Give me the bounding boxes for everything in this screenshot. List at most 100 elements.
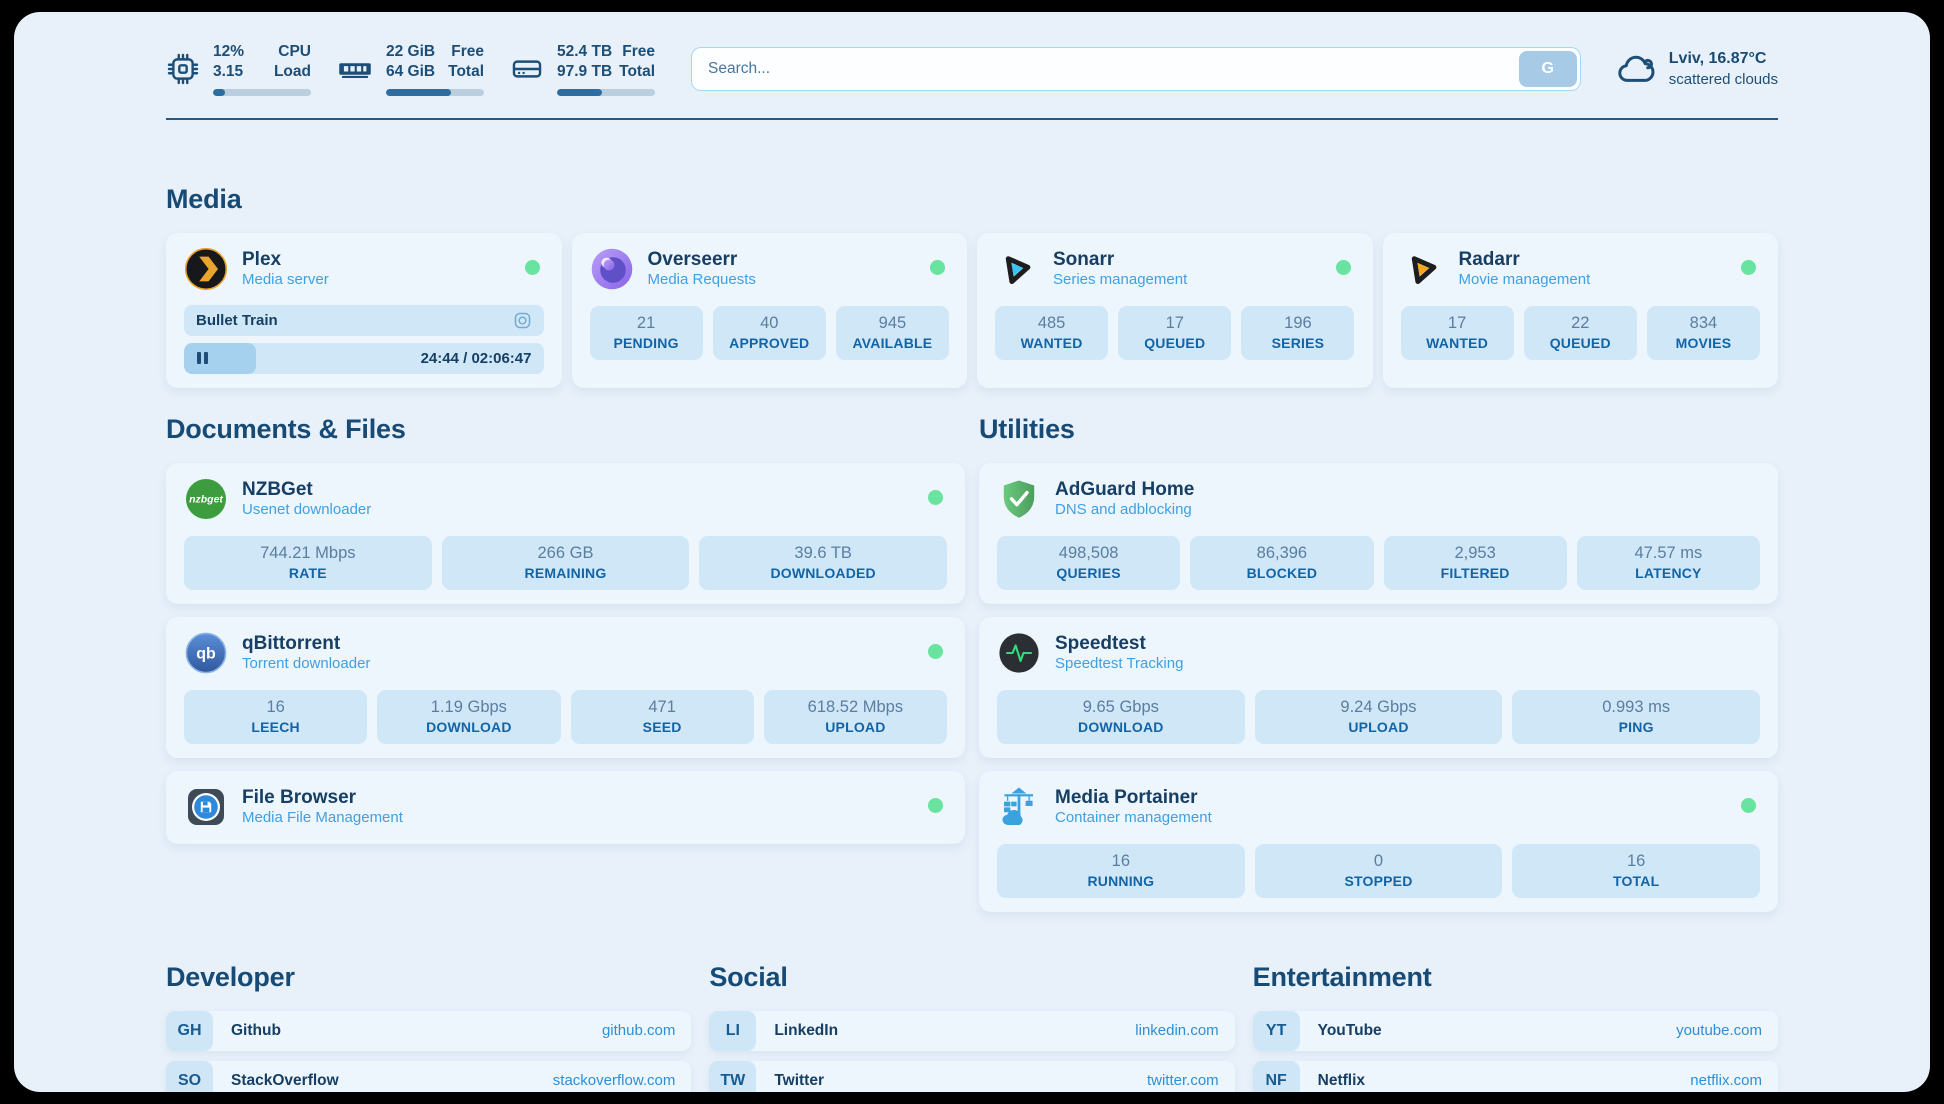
stat-value: 22: [1571, 314, 1589, 333]
stat-value: 17: [1166, 314, 1184, 333]
stat-label: DOWNLOADED: [770, 565, 875, 581]
stat-tile-download: 1.19 Gbps DOWNLOAD: [377, 690, 560, 744]
app-name: File Browser: [242, 786, 403, 810]
svg-text:nzbget: nzbget: [189, 493, 223, 505]
stat-value: 17: [1448, 314, 1466, 333]
cpu-usage-value: 12%: [213, 42, 244, 62]
card-adguard[interactable]: AdGuard Home DNS and adblocking 498,508 …: [979, 463, 1778, 604]
stat-tile-upload: 9.24 Gbps UPLOAD: [1255, 690, 1503, 744]
card-filebrowser[interactable]: File Browser Media File Management: [166, 771, 965, 844]
stat-value: 9.24 Gbps: [1340, 698, 1416, 717]
card-portainer[interactable]: Media Portainer Container management 16 …: [979, 771, 1778, 912]
app-name: Speedtest: [1055, 632, 1183, 656]
card-overseerr[interactable]: Overseerr Media Requests 21 PENDING 40 A…: [572, 233, 968, 388]
link-row-twitter[interactable]: TW Twitter twitter.com: [709, 1061, 1234, 1092]
nzbget-icon: nzbget: [184, 477, 228, 521]
pause-icon: [197, 352, 208, 364]
app-subtitle: Speedtest Tracking: [1055, 655, 1183, 674]
stat-tile-remaining: 266 GB REMAINING: [442, 536, 690, 590]
card-nzbget[interactable]: nzbget NZBGet Usenet downloader 744.21 M…: [166, 463, 965, 604]
stat-label: DOWNLOAD: [1078, 719, 1164, 735]
stat-value: 618.52 Mbps: [808, 698, 903, 717]
link-name: StackOverflow: [231, 1072, 339, 1090]
playback-progressbar: 24:44 / 02:06:47: [184, 343, 544, 374]
card-plex[interactable]: Plex Media server Bullet Train: [166, 233, 562, 388]
app-name: Sonarr: [1053, 248, 1187, 272]
stat-value: 9.65 Gbps: [1083, 698, 1159, 717]
app-subtitle: Usenet downloader: [242, 501, 371, 520]
section-title-entertainment: Entertainment: [1253, 962, 1778, 993]
status-dot: [928, 490, 943, 505]
overseerr-icon: [590, 247, 634, 291]
link-group-social: Social LI LinkedIn linkedin.com TW Twitt…: [709, 962, 1234, 1092]
stat-value: 39.6 TB: [794, 544, 851, 563]
stat-tile-filtered: 2,953 FILTERED: [1384, 536, 1567, 590]
card-qbittorrent[interactable]: qb qBittorrent Torrent downloader 16: [166, 617, 965, 758]
link-url: netflix.com: [1690, 1072, 1762, 1089]
stat-value: 0.993 ms: [1602, 698, 1670, 717]
stat-tile-running: 16 RUNNING: [997, 844, 1245, 898]
link-row-netflix[interactable]: NF Netflix netflix.com: [1253, 1061, 1778, 1092]
column-documents: Documents & Files nzbget NZBGet Usenet d…: [166, 414, 965, 844]
app-subtitle: Container management: [1055, 809, 1212, 828]
app-subtitle: DNS and adblocking: [1055, 501, 1194, 520]
stat-label: WANTED: [1426, 335, 1488, 351]
stat-label: UPLOAD: [825, 719, 885, 735]
disk-progressbar: [557, 89, 655, 96]
link-row-linkedin[interactable]: LI LinkedIn linkedin.com: [709, 1011, 1234, 1051]
now-playing-title: Bullet Train: [196, 312, 278, 329]
link-row-stackoverflow[interactable]: SO StackOverflow stackoverflow.com: [166, 1061, 691, 1092]
link-row-youtube[interactable]: YT YouTube youtube.com: [1253, 1011, 1778, 1051]
app-subtitle: Media server: [242, 271, 329, 290]
app-name: Overseerr: [648, 248, 756, 272]
stat-tile-latency: 47.57 ms LATENCY: [1577, 536, 1760, 590]
stat-label: QUERIES: [1056, 565, 1120, 581]
disk-stat-widget: 52.4 TB 97.9 TB Free Total: [510, 42, 655, 96]
status-dot: [1741, 260, 1756, 275]
stat-label: APPROVED: [729, 335, 809, 351]
top-bar: 12% 3.15 CPU Load: [166, 42, 1778, 96]
stat-label: QUEUED: [1144, 335, 1205, 351]
search-provider-button[interactable]: G: [1519, 51, 1577, 87]
app-name: AdGuard Home: [1055, 478, 1194, 502]
system-stats: 12% 3.15 CPU Load: [166, 42, 655, 96]
weather-location-temp: Lviv, 16.87°C: [1669, 48, 1778, 70]
memory-progressbar: [386, 89, 484, 96]
cpu-load-value: 3.15: [213, 62, 244, 82]
section-title-media: Media: [166, 184, 1778, 215]
link-name: LinkedIn: [774, 1022, 838, 1040]
link-badge: GH: [166, 1011, 213, 1051]
stat-value: 834: [1690, 314, 1718, 333]
stat-tile-pending: 21 PENDING: [590, 306, 703, 360]
app-subtitle: Media File Management: [242, 809, 403, 828]
stat-value: 945: [879, 314, 907, 333]
stat-label: STOPPED: [1344, 873, 1412, 889]
stat-label: RATE: [289, 565, 327, 581]
status-dot: [930, 260, 945, 275]
link-name: Twitter: [774, 1072, 824, 1090]
app-name: NZBGet: [242, 478, 371, 502]
stat-value: 485: [1038, 314, 1066, 333]
link-row-github[interactable]: GH Github github.com: [166, 1011, 691, 1051]
stat-tile-wanted: 17 WANTED: [1401, 306, 1514, 360]
stat-label: SEED: [643, 719, 682, 735]
app-subtitle: Series management: [1053, 271, 1187, 290]
radarr-icon: [1401, 247, 1445, 291]
stat-label: RUNNING: [1087, 873, 1154, 889]
cpu-stat-widget: 12% 3.15 CPU Load: [166, 42, 311, 96]
cpu-progressbar-fill: [213, 89, 225, 96]
app-subtitle: Movie management: [1459, 271, 1591, 290]
stat-label: AVAILABLE: [852, 335, 932, 351]
stat-value: 1.19 Gbps: [431, 698, 507, 717]
search-input[interactable]: [691, 47, 1581, 91]
playback-progressbar-fill: [184, 343, 256, 374]
search-bar: G: [691, 47, 1581, 91]
qbittorrent-icon: qb: [184, 631, 228, 675]
card-sonarr[interactable]: Sonarr Series management 485 WANTED 17 Q…: [977, 233, 1373, 388]
stat-label: SERIES: [1272, 335, 1325, 351]
stat-label: BLOCKED: [1247, 565, 1318, 581]
card-radarr[interactable]: Radarr Movie management 17 WANTED 22 QUE…: [1383, 233, 1779, 388]
disk-total-value: 97.9 TB: [557, 62, 612, 82]
load-label: Load: [274, 62, 311, 82]
card-speedtest[interactable]: Speedtest Speedtest Tracking 9.65 Gbps D…: [979, 617, 1778, 758]
